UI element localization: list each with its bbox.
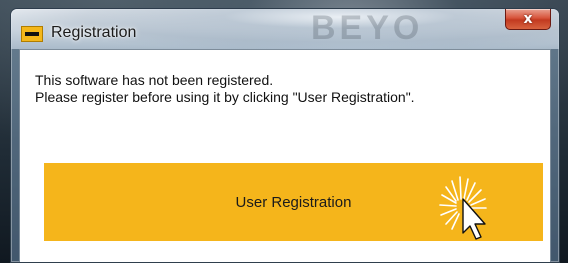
close-icon: x — [523, 11, 533, 27]
registration-message: This software has not been registered. P… — [35, 72, 415, 106]
user-registration-label: User Registration — [235, 194, 352, 211]
message-line-1: This software has not been registered. — [35, 72, 274, 88]
dialog-body: This software has not been registered. P… — [19, 49, 551, 262]
user-registration-button[interactable]: User Registration — [44, 163, 543, 241]
background-watermark: BEYO — [311, 9, 424, 47]
app-logo-icon — [21, 26, 43, 42]
close-button[interactable]: x — [505, 9, 551, 30]
message-line-2: Please register before using it by click… — [35, 89, 415, 105]
logo-stripe — [25, 32, 39, 36]
title-bar[interactable]: BEYO Registration x — [11, 9, 559, 49]
window-title: Registration — [51, 24, 137, 41]
registration-window: BEYO Registration x This software has no… — [10, 8, 560, 263]
